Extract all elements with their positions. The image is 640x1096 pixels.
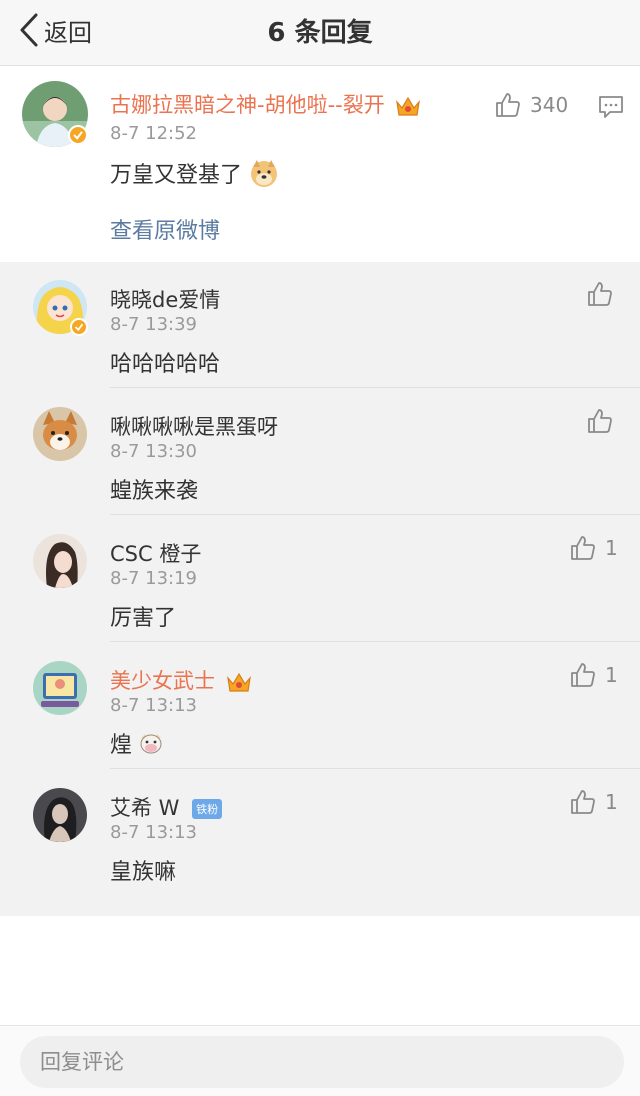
reply-text: 皇族嘛: [110, 860, 177, 885]
reply-text: 煌: [110, 727, 164, 759]
divider: [110, 514, 640, 515]
vip-crown-icon: [396, 96, 421, 116]
list-item: 艾希 W 铁粉 8-7 13:13 皇族嘛 1: [0, 770, 640, 896]
avatar[interactable]: [33, 534, 87, 588]
thumb-up-icon: [588, 282, 612, 306]
like-button[interactable]: 1: [569, 661, 618, 689]
reply-author[interactable]: 艾希 W 铁粉: [110, 792, 223, 822]
like-button[interactable]: 1: [569, 534, 618, 562]
divider: [110, 768, 640, 769]
divider: [110, 387, 640, 388]
like-button[interactable]: [586, 407, 614, 435]
thumb-up-icon: [571, 790, 595, 814]
list-item: 美少女武士 8-7 13:13 煌 1: [0, 643, 640, 769]
reply-text-content: 煌: [110, 733, 133, 758]
reply-text: 厉害了: [110, 606, 177, 631]
comment-time: 8-7 12:52: [110, 123, 197, 144]
like-button[interactable]: [586, 280, 614, 308]
list-item: 晓晓de爱情 8-7 13:39 哈哈哈哈哈: [0, 262, 640, 388]
thumb-up-icon: [571, 536, 595, 560]
reply-time: 8-7 13:13: [110, 822, 197, 843]
fan-badge: 铁粉: [192, 799, 223, 819]
reply-time: 8-7 13:30: [110, 441, 197, 462]
author-name: 古娜拉黑暗之神-胡他啦--裂开: [110, 93, 385, 117]
author-name: 美少女武士: [110, 669, 215, 693]
reply-text: 蝗族来袭: [110, 479, 199, 504]
list-item: CSC 橙子 8-7 13:19 厉害了 1: [0, 516, 640, 642]
like-count: 1: [605, 663, 618, 687]
like-count: 1: [605, 790, 618, 814]
replies-list: 晓晓de爱情 8-7 13:39 哈哈哈哈哈 啾啾啾啾是黑蛋呀 8-7 13:3…: [0, 262, 640, 916]
avatar[interactable]: [33, 661, 87, 715]
avatar[interactable]: [33, 407, 87, 461]
comment-text: 万皇又登基了: [110, 157, 280, 189]
reply-author[interactable]: 晓晓de爱情: [110, 284, 220, 314]
comment-text-content: 万皇又登基了: [110, 163, 243, 188]
reply-time: 8-7 13:13: [110, 695, 197, 716]
avatar[interactable]: [33, 788, 87, 842]
author-name: 艾希 W: [110, 796, 180, 820]
main-comment: 古娜拉黑暗之神-胡他啦--裂开 8-7 12:52 万皇又登基了 查看原微博 3…: [0, 67, 640, 261]
reply-author[interactable]: 美少女武士: [110, 665, 252, 695]
reply-author[interactable]: CSC 橙子: [110, 538, 201, 568]
vip-crown-icon: [226, 672, 251, 692]
doge-emoji-icon: [251, 160, 278, 187]
bottom-reply-bar: [0, 1025, 640, 1096]
verified-badge-icon: [70, 318, 88, 336]
thumb-up-icon: [571, 663, 595, 687]
reply-input[interactable]: [20, 1036, 624, 1088]
divider: [110, 641, 640, 642]
page-title: 6 条回复: [267, 18, 373, 48]
like-count: 340: [530, 93, 569, 117]
reply-time: 8-7 13:39: [110, 314, 197, 335]
comment-icon[interactable]: [598, 95, 624, 119]
thumb-up-icon: [496, 93, 520, 117]
list-item: 啾啾啾啾是黑蛋呀 8-7 13:30 蝗族来袭: [0, 389, 640, 515]
comment-author[interactable]: 古娜拉黑暗之神-胡他啦--裂开: [110, 89, 421, 119]
top-nav-bar: 返回 6 条回复: [0, 0, 640, 66]
view-original-link[interactable]: 查看原微博: [110, 213, 220, 245]
reply-text: 哈哈哈哈哈: [110, 352, 221, 377]
cow-emoji-icon: [140, 734, 162, 754]
reply-time: 8-7 13:19: [110, 568, 197, 589]
verified-badge-icon: [68, 125, 88, 145]
reply-author[interactable]: 啾啾啾啾是黑蛋呀: [110, 411, 278, 441]
like-button[interactable]: 1: [569, 788, 618, 816]
like-button[interactable]: 340: [494, 91, 568, 119]
like-count: 1: [605, 536, 618, 560]
thumb-up-icon: [588, 409, 612, 433]
